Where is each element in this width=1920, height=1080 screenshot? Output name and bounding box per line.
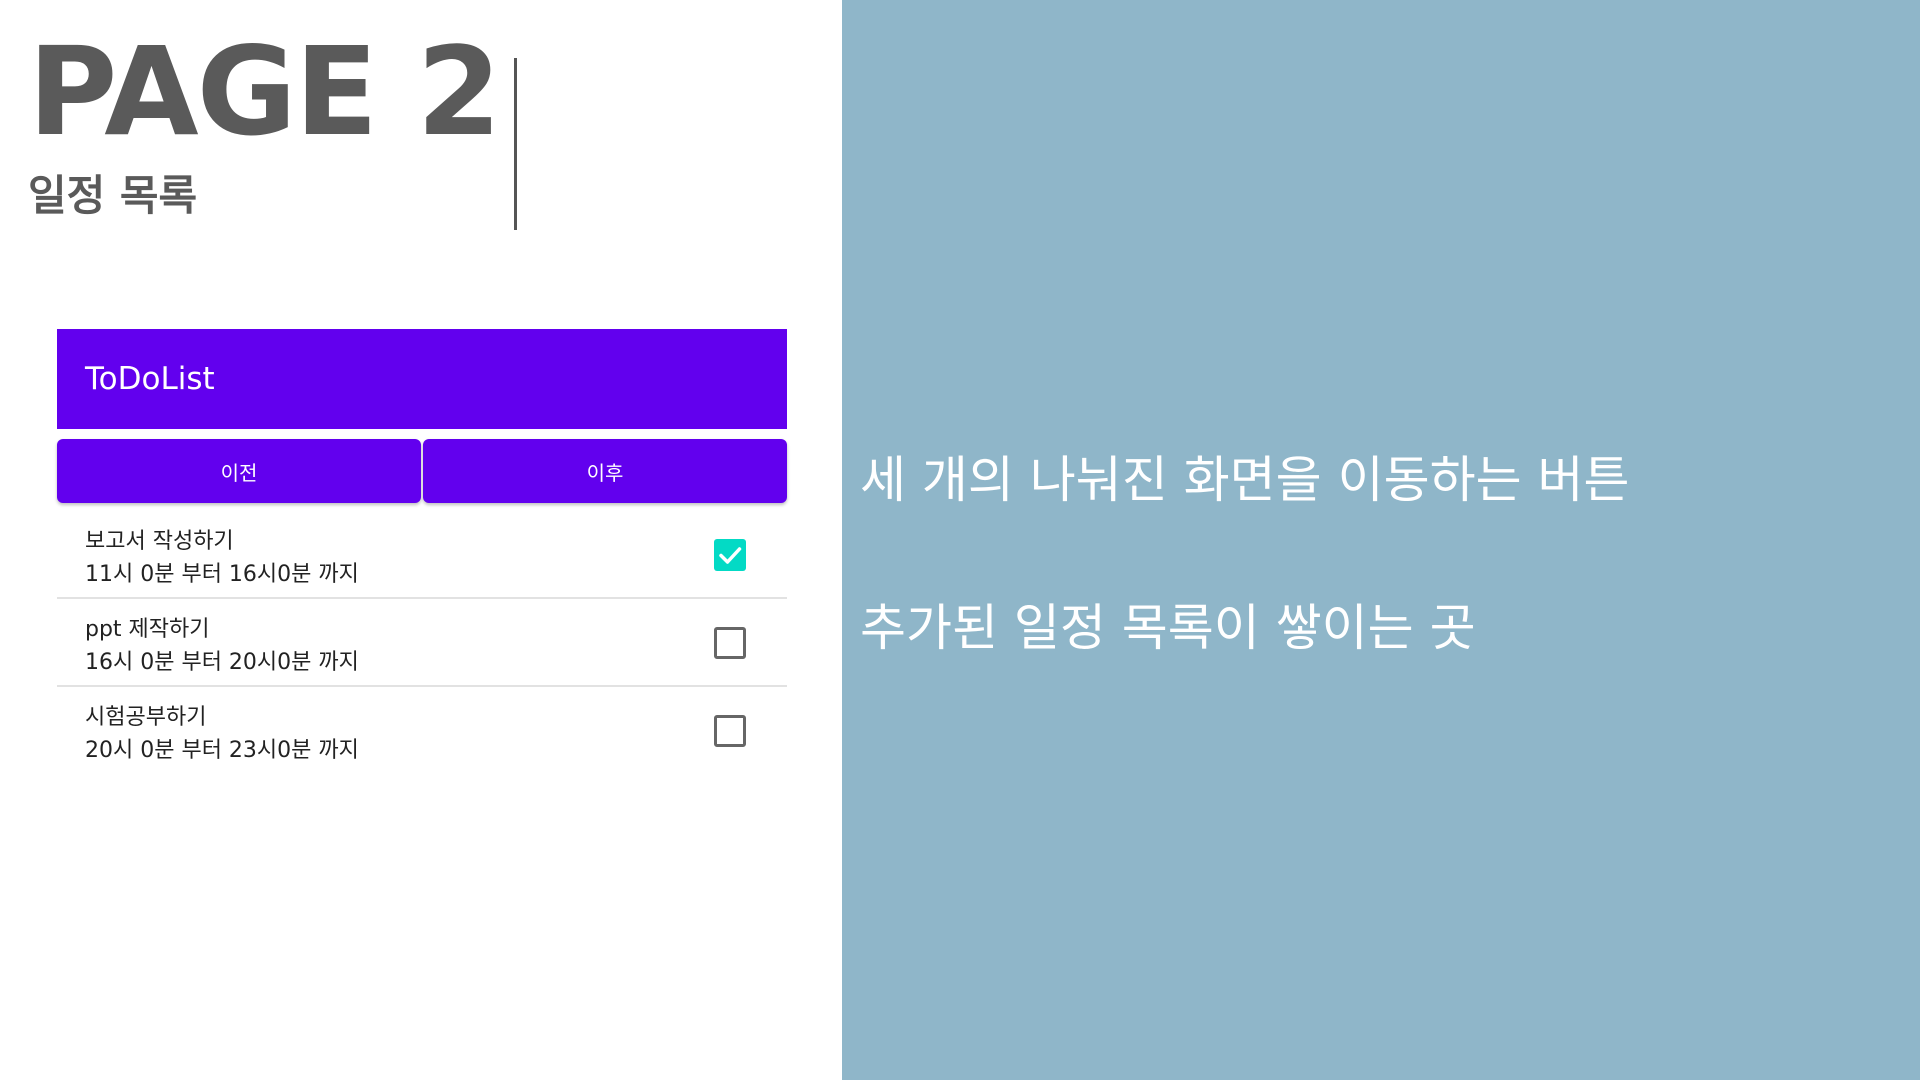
prev-button[interactable]: 이전 <box>57 439 421 503</box>
todo-title: 시험공부하기 <box>85 705 207 730</box>
todo-title: 보고서 작성하기 <box>85 529 234 554</box>
app-bar-title: ToDoList <box>85 361 215 397</box>
todo-item[interactable]: 시험공부하기 20시 0분 부터 23시0분 까지 <box>57 687 787 773</box>
page-title: PAGE 2 <box>28 21 501 163</box>
page-subtitle: 일정 목록 <box>28 171 198 220</box>
todo-checkbox[interactable] <box>714 627 746 659</box>
app-screenshot: ToDoList 이전 이후 보고서 작성하기 11시 0분 부터 16시0분 … <box>57 329 787 769</box>
todo-text: ppt 제작하기 16시 0분 부터 20시0분 까지 <box>85 613 359 679</box>
todo-text: 시험공부하기 20시 0분 부터 23시0분 까지 <box>85 701 359 767</box>
todo-time: 20시 0분 부터 23시0분 까지 <box>85 738 359 763</box>
todo-list: 보고서 작성하기 11시 0분 부터 16시0분 까지 ppt 제작하기 16시… <box>57 511 787 773</box>
todo-title: ppt 제작하기 <box>85 617 210 642</box>
slide: PAGE 2 일정 목록 ToDoList 이전 이후 보고서 작성하기 11시… <box>0 0 1920 1080</box>
todo-time: 16시 0분 부터 20시0분 까지 <box>85 650 359 675</box>
right-panel <box>842 0 1920 1080</box>
todo-item[interactable]: 보고서 작성하기 11시 0분 부터 16시0분 까지 <box>57 511 787 599</box>
checkmark-icon <box>719 547 742 564</box>
title-divider <box>514 58 517 230</box>
todo-checkbox[interactable] <box>714 539 746 571</box>
app-bar: ToDoList <box>57 329 787 429</box>
nav-buttons-annotation: 세 개의 나눠진 화면을 이동하는 버튼 <box>860 451 1630 509</box>
todo-item[interactable]: ppt 제작하기 16시 0분 부터 20시0분 까지 <box>57 599 787 687</box>
todo-text: 보고서 작성하기 11시 0분 부터 16시0분 까지 <box>85 525 359 591</box>
left-pane: PAGE 2 일정 목록 ToDoList 이전 이후 보고서 작성하기 11시… <box>0 0 842 1080</box>
todo-list-annotation: 추가된 일정 목록이 쌓이는 곳 <box>860 599 1476 657</box>
todo-time: 11시 0분 부터 16시0분 까지 <box>85 562 359 587</box>
next-button[interactable]: 이후 <box>423 439 787 503</box>
todo-checkbox[interactable] <box>714 715 746 747</box>
